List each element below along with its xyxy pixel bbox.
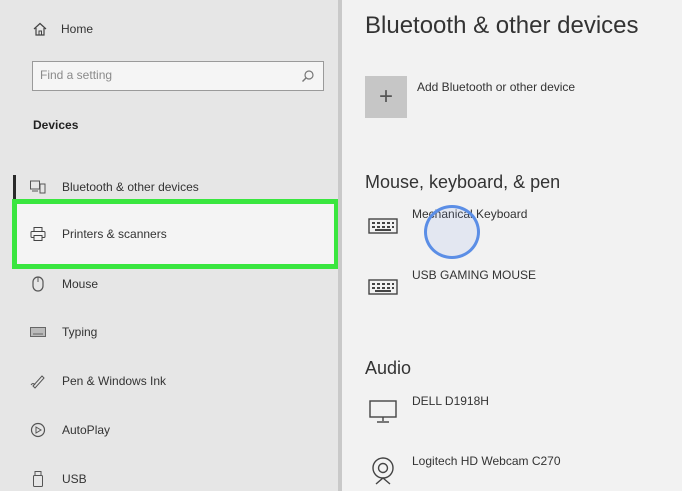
webcam-icon	[365, 454, 401, 485]
search-icon[interactable]	[301, 69, 315, 83]
pen-icon	[30, 373, 46, 389]
autoplay-icon	[30, 422, 46, 438]
search-box	[32, 61, 324, 91]
main-content: Bluetooth & other devices + Add Bluetoot…	[342, 0, 682, 491]
keyboard-icon	[365, 268, 401, 298]
bluetooth-devices-icon	[30, 179, 46, 195]
device-name: Logitech HD Webcam C270	[412, 454, 561, 468]
sidebar-item-usb[interactable]: USB	[0, 459, 336, 499]
keyboard-icon	[30, 324, 46, 340]
page-title: Bluetooth & other devices	[365, 12, 639, 39]
keyboard-icon	[365, 207, 401, 237]
home-icon	[33, 22, 47, 36]
find-setting-input[interactable]	[33, 62, 290, 88]
settings-sidebar: Home Devices Bluetooth & other devices P…	[0, 0, 340, 491]
sidebar-item-label: AutoPlay	[62, 423, 111, 437]
devices-section-label: Devices	[33, 118, 79, 132]
printer-icon	[30, 226, 46, 242]
sidebar-item-pen[interactable]: Pen & Windows Ink	[0, 361, 336, 401]
sidebar-item-label: Bluetooth & other devices	[62, 180, 199, 194]
sidebar-item-label: Typing	[62, 325, 98, 339]
home-label: Home	[61, 22, 94, 36]
device-name: DELL D1918H	[412, 394, 489, 408]
sidebar-item-mouse[interactable]: Mouse	[0, 264, 336, 304]
monitor-icon	[365, 394, 401, 424]
mouse-icon	[30, 276, 46, 292]
usb-icon	[30, 471, 46, 487]
sidebar-item-label: USB	[62, 472, 87, 486]
sidebar-item-printers[interactable]: Printers & scanners	[0, 214, 336, 254]
add-device-label[interactable]: Add Bluetooth or other device	[417, 80, 575, 94]
click-indicator-ring	[424, 205, 480, 259]
section-heading-input-devices: Mouse, keyboard, & pen	[365, 172, 561, 192]
sidebar-item-autoplay[interactable]: AutoPlay	[0, 410, 336, 450]
device-name: USB GAMING MOUSE	[412, 268, 537, 282]
home-nav-item[interactable]: Home	[33, 20, 93, 38]
add-device-button[interactable]: +	[365, 76, 407, 118]
sidebar-item-label: Printers & scanners	[62, 227, 167, 241]
sidebar-item-bluetooth[interactable]: Bluetooth & other devices	[0, 167, 336, 207]
sidebar-item-typing[interactable]: Typing	[0, 312, 336, 352]
section-heading-audio: Audio	[365, 358, 412, 378]
sidebar-item-label: Pen & Windows Ink	[62, 374, 167, 388]
sidebar-item-label: Mouse	[62, 277, 99, 291]
